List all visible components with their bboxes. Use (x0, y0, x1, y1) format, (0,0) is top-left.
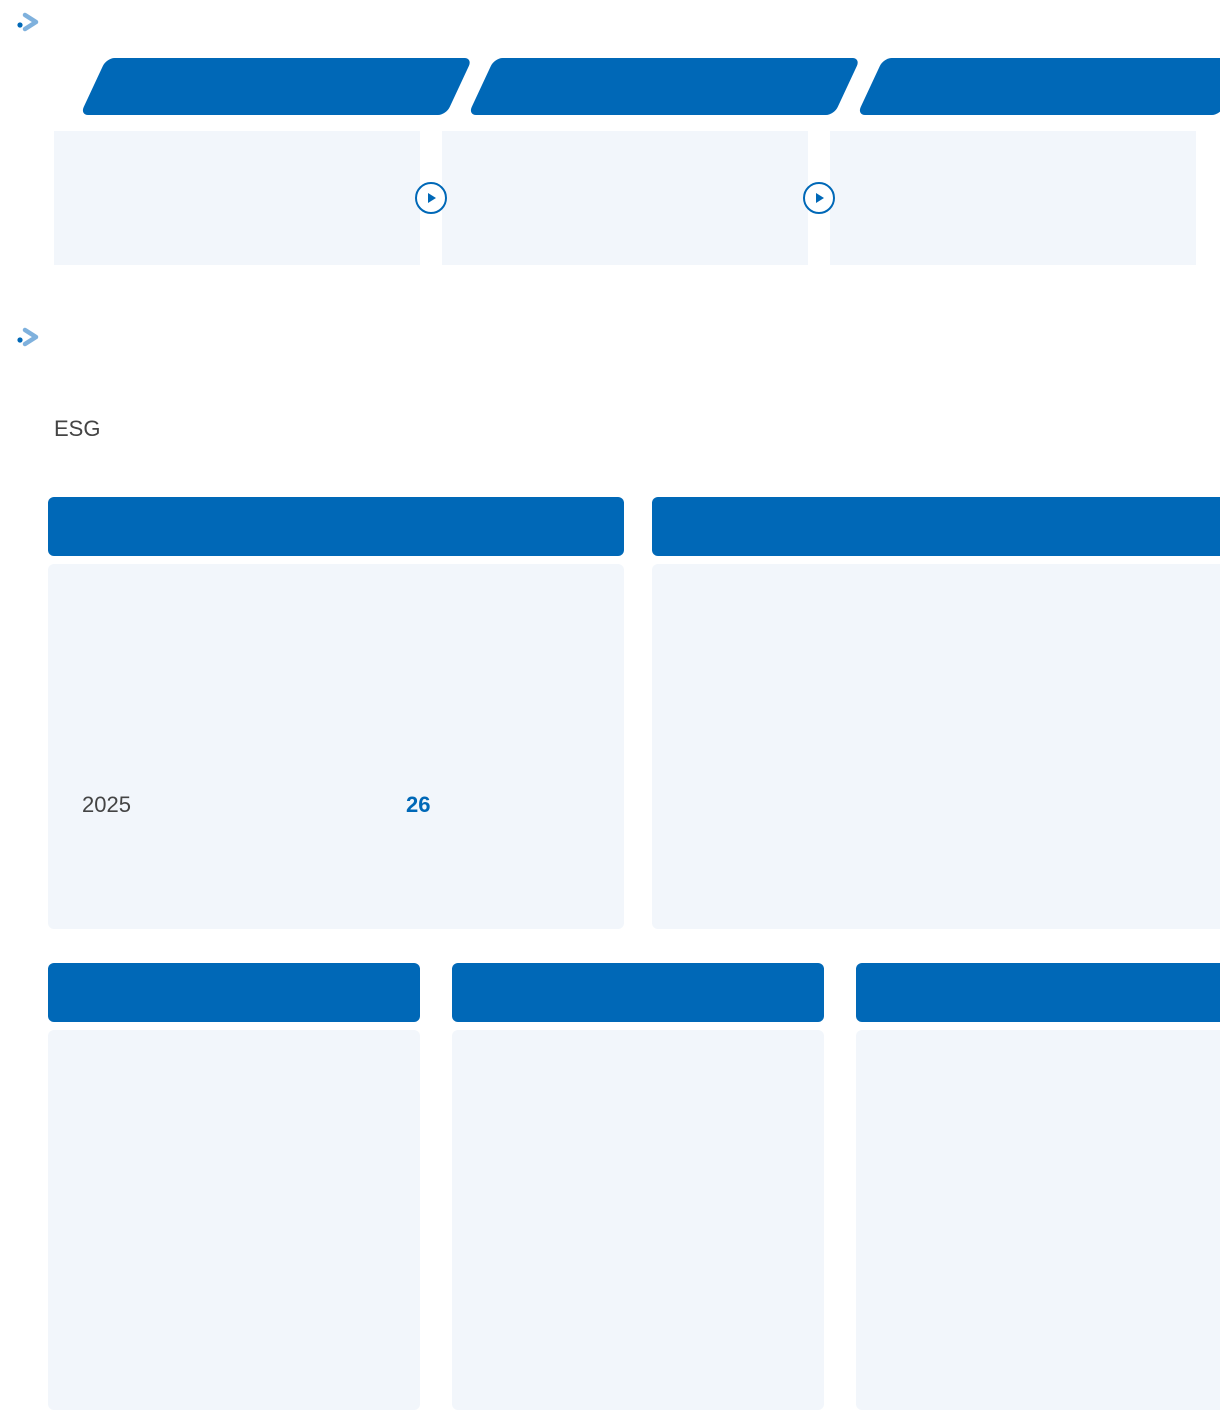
card-4 (452, 1030, 824, 1410)
step-banner-1 (80, 58, 473, 115)
card-header-2 (652, 497, 1220, 556)
card-header-5 (856, 963, 1220, 1022)
step-banner-3 (857, 58, 1220, 115)
count-value: 26 (406, 792, 431, 817)
card-5 (856, 1030, 1220, 1410)
card-header-1 (48, 497, 624, 556)
year-text: 2025 (82, 792, 131, 817)
featured-card: 2025 26 (48, 564, 624, 929)
card-3 (48, 1030, 420, 1410)
step-panel-2 (442, 131, 808, 265)
esg-label: ESG (54, 416, 101, 441)
card-header-3 (48, 963, 420, 1022)
card-header-4 (452, 963, 824, 1022)
play-circle-icon[interactable] (415, 182, 447, 214)
card-2 (652, 564, 1220, 929)
step-banner-2 (468, 58, 861, 115)
chevron-right-icon (17, 12, 39, 32)
chevron-right-icon (17, 327, 39, 347)
step-panel-3 (830, 131, 1196, 265)
play-circle-icon[interactable] (803, 182, 835, 214)
step-panel-1 (54, 131, 420, 265)
